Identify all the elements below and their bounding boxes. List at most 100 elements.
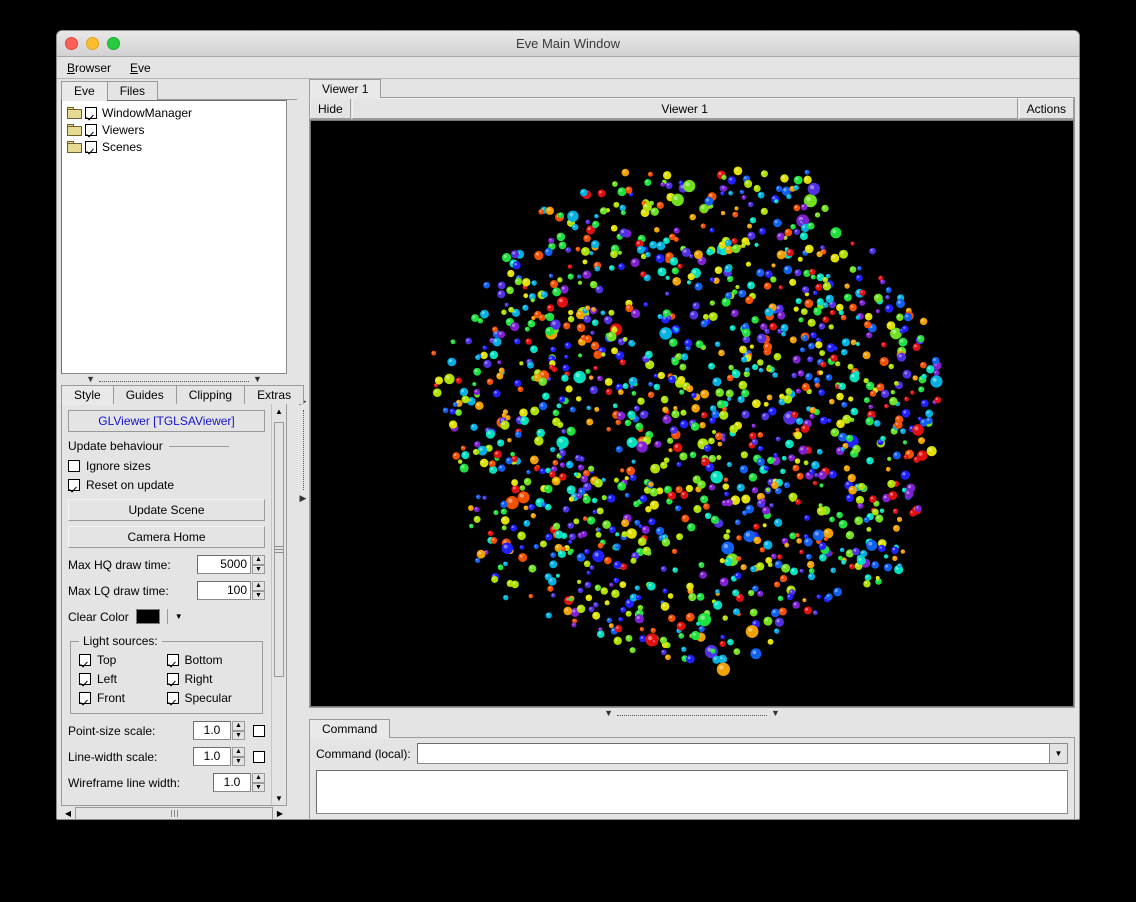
tab-style[interactable]: Style: [61, 385, 114, 405]
viewer-header: Hide Viewer 1 Actions: [310, 98, 1074, 120]
spin-up-icon[interactable]: ▲: [252, 555, 265, 565]
checkbox-light-specular[interactable]: [166, 691, 179, 704]
checkbox-ignore-sizes[interactable]: [68, 459, 80, 472]
window-controls[interactable]: [65, 37, 120, 50]
hide-button[interactable]: Hide: [310, 98, 351, 119]
row-reset-on-update[interactable]: Reset on update: [68, 475, 265, 494]
left-dock-horizontal-splitter[interactable]: ▼ ▼: [61, 374, 287, 385]
eve-tree-panel[interactable]: WindowManager Viewers Scenes: [61, 100, 287, 374]
input-wireframe-line-width[interactable]: 1.0: [213, 773, 251, 792]
tree-checkbox-scenes[interactable]: [85, 140, 97, 153]
chevron-down-icon: ▼: [771, 708, 780, 718]
checkbox-line-width-scale[interactable]: [253, 750, 265, 763]
checkbox-light-front[interactable]: [79, 691, 91, 704]
tree-item-viewers[interactable]: Viewers: [64, 121, 284, 138]
update-scene-button[interactable]: Update Scene: [68, 499, 265, 521]
command-input[interactable]: [416, 743, 1049, 764]
menu-browser-label: rowser: [75, 60, 112, 75]
scroll-up-icon[interactable]: ▲: [272, 404, 286, 418]
command-splitter[interactable]: ▼ ▼: [309, 708, 1075, 719]
spin-up-icon[interactable]: ▲: [252, 773, 265, 783]
tree-checkbox-windowmanager[interactable]: [85, 106, 97, 119]
command-output-area[interactable]: [316, 770, 1068, 814]
maximize-button[interactable]: [107, 37, 120, 50]
spin-down-icon[interactable]: ▼: [252, 590, 265, 600]
main-vertical-splitter[interactable]: ▶ ▶: [297, 79, 309, 819]
tab-viewer-1[interactable]: Viewer 1: [309, 79, 382, 99]
tab-guides[interactable]: Guides: [112, 385, 177, 404]
spinner-max-hq-draw-time[interactable]: ▲ ▼: [252, 555, 265, 574]
spin-up-icon[interactable]: ▲: [232, 747, 245, 757]
chevron-down-icon[interactable]: ▼: [175, 612, 183, 621]
chevron-down-icon[interactable]: ▼: [1049, 743, 1068, 764]
clear-color-swatch[interactable]: [135, 609, 160, 624]
spin-down-icon[interactable]: ▼: [252, 564, 265, 574]
tab-command[interactable]: Command: [309, 719, 391, 739]
command-body: Command (local): ▼: [309, 738, 1075, 819]
row-light-top[interactable]: Top: [79, 650, 167, 669]
checkbox-light-left[interactable]: [79, 672, 91, 685]
spinner-line-width-scale[interactable]: ▲ ▼: [232, 747, 245, 766]
row-light-front[interactable]: Front: [79, 688, 167, 707]
label-clear-color: Clear Color: [68, 609, 129, 624]
checkbox-light-top[interactable]: [79, 653, 91, 666]
spinner-max-lq-draw-time[interactable]: ▲ ▼: [252, 581, 265, 600]
command-combobox[interactable]: ▼: [416, 743, 1068, 764]
input-max-lq-draw-time[interactable]: 100: [197, 581, 251, 600]
spin-down-icon[interactable]: ▼: [232, 730, 245, 740]
input-max-hq-draw-time[interactable]: 5000: [197, 555, 251, 574]
viewer-frame: Hide Viewer 1 Actions: [309, 98, 1075, 708]
checkbox-reset-on-update[interactable]: [68, 478, 80, 491]
camera-home-button[interactable]: Camera Home: [68, 526, 265, 548]
gl-viewer-canvas[interactable]: [310, 120, 1074, 707]
label-max-lq-draw-time: Max LQ draw time:: [68, 583, 169, 598]
row-ignore-sizes[interactable]: Ignore sizes: [68, 456, 265, 475]
row-max-hq-draw-time: Max HQ draw time: 5000 ▲ ▼: [68, 555, 265, 574]
checkbox-point-size-scale[interactable]: [253, 724, 265, 737]
menu-eve[interactable]: Eve: [121, 57, 161, 78]
row-light-bottom[interactable]: Bottom: [166, 650, 255, 669]
row-clear-color: Clear Color ▼: [68, 609, 265, 624]
row-light-specular[interactable]: Specular: [166, 688, 255, 707]
editor-horizontal-scrollbar[interactable]: ◀ ▶: [61, 806, 287, 819]
spin-up-icon[interactable]: ▲: [252, 581, 265, 591]
tab-files[interactable]: Files: [106, 81, 159, 100]
tab-extras[interactable]: Extras: [244, 385, 305, 404]
scroll-thumb[interactable]: [274, 422, 284, 677]
folder-icon: [67, 123, 82, 136]
checkbox-light-bottom[interactable]: [166, 653, 179, 666]
menubar-filler: [161, 57, 1079, 78]
spinner-wireframe-line-width[interactable]: ▲ ▼: [252, 773, 265, 792]
menu-browser-mnemonic: B: [67, 60, 76, 75]
tab-eve[interactable]: Eve: [61, 81, 108, 101]
spin-down-icon[interactable]: ▼: [252, 782, 265, 792]
scroll-track[interactable]: [272, 418, 286, 791]
menu-browser[interactable]: Browser: [58, 57, 121, 78]
scroll-thumb-h[interactable]: [75, 807, 273, 819]
tree-checkbox-viewers[interactable]: [85, 123, 97, 136]
input-line-width-scale[interactable]: 1.0: [193, 747, 231, 766]
window-title: Eve Main Window: [515, 36, 621, 51]
tree-item-scenes[interactable]: Scenes: [64, 138, 284, 155]
tab-clipping[interactable]: Clipping: [175, 385, 246, 404]
input-point-size-scale[interactable]: 1.0: [193, 721, 231, 740]
checkbox-light-right[interactable]: [166, 672, 179, 685]
row-light-right[interactable]: Right: [166, 669, 255, 688]
row-light-left[interactable]: Left: [79, 669, 167, 688]
minimize-button[interactable]: [86, 37, 99, 50]
close-button[interactable]: [65, 37, 78, 50]
tree-item-windowmanager[interactable]: WindowManager: [64, 104, 284, 121]
scroll-down-icon[interactable]: ▼: [272, 791, 286, 805]
spin-down-icon[interactable]: ▼: [232, 756, 245, 766]
editor-vertical-scrollbar[interactable]: ▲ ▼: [271, 404, 286, 805]
actions-button[interactable]: Actions: [1018, 98, 1074, 119]
viewer-title: Viewer 1: [351, 98, 1018, 119]
browser-tabstrip: Eve Files: [61, 81, 297, 101]
spin-up-icon[interactable]: ▲: [232, 721, 245, 731]
grip-icon: [275, 544, 283, 555]
spinner-point-size-scale[interactable]: ▲ ▼: [232, 721, 245, 740]
scroll-right-icon[interactable]: ▶: [273, 809, 287, 818]
scroll-track-h[interactable]: [75, 807, 273, 819]
label-reset-on-update: Reset on update: [86, 477, 175, 492]
scroll-left-icon[interactable]: ◀: [61, 809, 75, 818]
